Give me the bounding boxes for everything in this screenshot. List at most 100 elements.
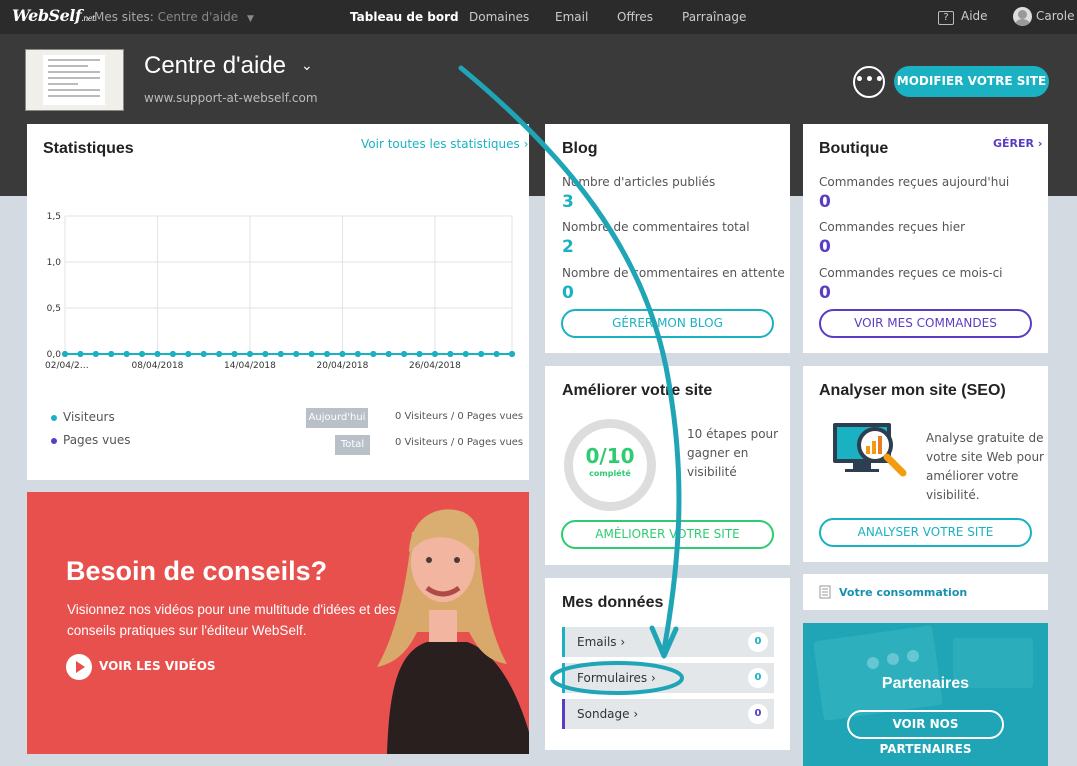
statistics-title: Statistiques	[43, 140, 134, 157]
data-point	[92, 351, 99, 357]
user-name: Carole	[1036, 9, 1075, 23]
data-point	[123, 351, 130, 357]
manage-shop-link[interactable]: GÉRER ›	[993, 137, 1042, 150]
data-point	[185, 351, 192, 357]
y-tick-label: 1,5	[47, 212, 61, 222]
articles-label: Nombre d'articles publiés	[562, 175, 716, 189]
blog-card: Blog Nombre d'articles publiés 3 Nombre …	[545, 124, 790, 353]
data-point	[200, 351, 207, 357]
site-selector[interactable]: Mes sites: Centre d'aide ▼	[94, 10, 254, 24]
partners-card: Partenaires VOIR NOS PARTENAIRES	[803, 623, 1048, 766]
more-options-button[interactable]: •••	[853, 66, 885, 98]
view-partners-button[interactable]: VOIR NOS PARTENAIRES	[847, 710, 1004, 756]
progress-ring: 0/10 complété	[564, 419, 656, 511]
progress-label: complété	[589, 469, 631, 478]
shop-title: Boutique	[819, 140, 889, 157]
y-tick-label: 0,0	[47, 350, 62, 360]
x-tick-label: 14/04/2018	[224, 361, 276, 371]
pending-count: 0	[562, 283, 574, 303]
document-icon	[819, 585, 831, 599]
help-icon: ?	[938, 11, 954, 25]
orders-yesterday-count: 0	[819, 237, 831, 257]
y-tick-label: 0,5	[47, 304, 61, 314]
advice-banner: Besoin de conseils? Visionnez nos vidéos…	[27, 492, 529, 754]
data-point	[139, 351, 146, 357]
data-point	[416, 351, 423, 357]
x-tick-label: 26/04/2018	[409, 361, 461, 371]
my-data-title: Mes données	[562, 594, 664, 611]
manage-blog-button[interactable]: GÉRER MON BLOG	[561, 309, 774, 338]
orders-today-label: Commandes reçues aujourd'hui	[819, 175, 1010, 189]
total-value: 0 Visiteurs / 0 Pages vues	[395, 437, 524, 448]
help-link[interactable]: ? Aide	[938, 9, 988, 25]
data-point	[447, 351, 454, 357]
data-row-label: Emails ›	[577, 635, 626, 649]
see-all-stats-link[interactable]: Voir toutes les statistiques ›	[361, 137, 528, 151]
data-point	[216, 351, 223, 357]
statistics-card: Statistiques Voir toutes les statistique…	[27, 124, 529, 480]
data-point	[339, 351, 346, 357]
data-point	[77, 351, 84, 357]
comments-count: 2	[562, 237, 574, 257]
data-row-surveys[interactable]: Sondage › 0	[562, 699, 774, 729]
watch-videos-link[interactable]: VOIR LES VIDÉOS	[99, 659, 216, 673]
improve-site-button[interactable]: AMÉLIORER VOTRE SITE	[561, 520, 774, 549]
nav-dashboard[interactable]: Tableau de bord	[350, 10, 459, 24]
pageviews-dot-icon	[51, 437, 57, 444]
data-point	[401, 351, 408, 357]
legend-pageviews: Pages vues	[51, 433, 130, 447]
data-point	[324, 351, 331, 357]
data-point	[478, 351, 485, 357]
data-row-emails[interactable]: Emails › 0	[562, 627, 774, 657]
partners-title: Partenaires	[881, 675, 970, 692]
data-row-label: Sondage ›	[577, 707, 639, 721]
data-point	[354, 351, 361, 357]
orders-month-label: Commandes reçues ce mois-ci	[819, 266, 1003, 280]
user-menu[interactable]: Carole	[1013, 7, 1074, 26]
view-orders-button[interactable]: VOIR MES COMMANDES	[819, 309, 1032, 338]
data-row-count: 0	[748, 668, 768, 688]
data-point	[246, 351, 253, 357]
shop-card: Boutique GÉRER › Commandes reçues aujour…	[803, 124, 1048, 353]
analyze-site-button[interactable]: ANALYSER VOTRE SITE	[819, 518, 1032, 547]
nav-domains[interactable]: Domaines	[469, 10, 529, 24]
nav-offers[interactable]: Offres	[617, 10, 653, 24]
seo-text: Analyse gratuite de votre site Web pour …	[926, 431, 1044, 502]
nav-email[interactable]: Email	[555, 10, 588, 24]
webself-logo[interactable]: WebSelf.net	[12, 6, 95, 25]
data-point	[385, 351, 392, 357]
y-tick-label: 1,0	[47, 258, 62, 268]
data-point	[169, 351, 176, 357]
data-point	[509, 351, 515, 357]
data-point	[462, 351, 469, 357]
nav-referral[interactable]: Parraînage	[682, 10, 746, 24]
x-tick-label: 02/04/2…	[45, 361, 89, 371]
total-tag: Total	[335, 435, 370, 455]
play-icon[interactable]	[66, 654, 92, 680]
data-row-count: 0	[748, 632, 768, 652]
data-row-forms[interactable]: Formulaires › 0	[562, 663, 774, 693]
consumption-card[interactable]: Votre consommation	[803, 574, 1048, 610]
data-point	[62, 351, 68, 357]
improve-text: 10 étapes pour gagner en visibilité	[687, 427, 779, 479]
orders-month-count: 0	[819, 283, 831, 303]
pending-label: Nombre de commentaires en attente	[562, 266, 785, 280]
site-url[interactable]: www.support-at-webself.com	[144, 91, 318, 105]
x-tick-label: 20/04/2018	[317, 361, 369, 371]
data-point	[108, 351, 115, 357]
orders-today-count: 0	[819, 192, 831, 212]
today-value: 0 Visiteurs / 0 Pages vues	[395, 411, 524, 422]
modify-site-button[interactable]: MODIFIER VOTRE SITE	[894, 66, 1049, 97]
data-point	[370, 351, 377, 357]
current-site: Centre d'aide	[157, 10, 239, 24]
site-title[interactable]: Centre d'aide	[144, 52, 286, 80]
chevron-down-icon[interactable]: ⌄	[301, 58, 313, 74]
consumption-link[interactable]: Votre consommation	[839, 586, 967, 599]
seo-analysis-icon	[833, 423, 907, 477]
data-point	[154, 351, 161, 357]
seo-card: Analyser mon site (SEO) Analyse gratuite…	[803, 366, 1048, 562]
site-thumbnail[interactable]	[25, 49, 124, 111]
improve-title: Améliorer votre site	[562, 382, 713, 399]
data-point	[308, 351, 315, 357]
data-point	[231, 351, 238, 357]
